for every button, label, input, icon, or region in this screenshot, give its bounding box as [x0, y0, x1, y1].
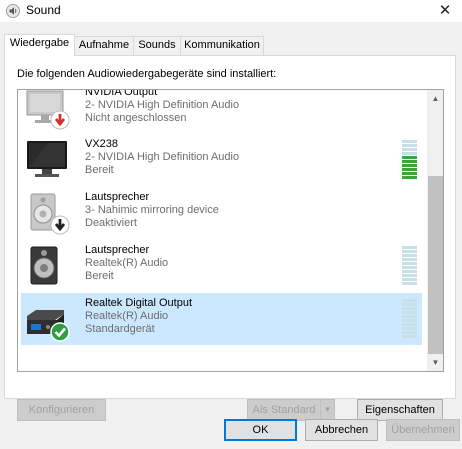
device-list[interactable]: NVIDIA Output 2- NVIDIA High Definition …: [17, 89, 444, 372]
level-segment: [402, 303, 417, 306]
level-segment: [402, 172, 417, 175]
level-segment: [402, 144, 417, 147]
tab-sounds[interactable]: Sounds: [133, 36, 181, 55]
properties-button[interactable]: Eigenschaften: [357, 399, 443, 421]
configure-button[interactable]: Konfigurieren: [17, 399, 106, 421]
device-status: Standardgerät: [85, 323, 155, 335]
device-name: VX238: [85, 138, 119, 150]
level-meter: [402, 246, 417, 286]
device-name: NVIDIA Output: [85, 89, 158, 98]
level-segment: [402, 168, 417, 171]
tab-kommunikation[interactable]: Kommunikation: [180, 36, 264, 55]
device-name: Lautsprecher: [85, 244, 150, 256]
device-status: Bereit: [85, 164, 114, 176]
level-segment: [402, 164, 417, 167]
level-segment: [402, 258, 417, 261]
title-bar: Sound ✕: [0, 0, 462, 22]
digital-output-default-icon: [27, 310, 70, 342]
level-segment: [402, 246, 417, 249]
device-list-scrollbar[interactable]: ▲ ▼: [427, 90, 443, 371]
device-detail: Realtek(R) Audio: [85, 310, 169, 322]
scroll-up-icon[interactable]: ▲: [427, 90, 443, 107]
level-segment: [402, 176, 417, 179]
scroll-down-icon[interactable]: ▼: [427, 354, 443, 371]
speaker-disabled-icon: [30, 193, 70, 235]
level-segment: [402, 250, 417, 253]
set-default-button[interactable]: Als Standard ▼: [247, 399, 335, 421]
device-detail: 2- NVIDIA High Definition Audio: [85, 99, 240, 111]
level-segment: [402, 282, 417, 285]
level-segment: [402, 307, 417, 310]
dialog-body: Wiedergabe Aufnahme Sounds Kommunikation…: [0, 22, 462, 449]
level-segment: [402, 274, 417, 277]
monitor-icon: [27, 141, 67, 177]
level-segment: [402, 160, 417, 163]
monitor-disconnected-icon: [26, 90, 70, 130]
level-segment: [402, 140, 417, 143]
level-meter: [402, 299, 417, 339]
level-segment: [402, 323, 417, 326]
device-status: Nicht angeschlossen: [85, 112, 187, 124]
ok-button[interactable]: OK: [224, 419, 297, 441]
chevron-down-icon[interactable]: ▼: [320, 400, 334, 420]
device-detail: 3- Nahimic mirroring device: [85, 204, 219, 216]
device-status: Bereit: [85, 270, 114, 282]
level-meter: [402, 140, 417, 180]
device-name: Realtek Digital Output: [85, 297, 192, 309]
level-segment: [402, 262, 417, 265]
level-segment: [402, 299, 417, 302]
level-segment: [402, 331, 417, 334]
level-segment: [402, 319, 417, 322]
level-segment: [402, 311, 417, 314]
tab-wiedergabe[interactable]: Wiedergabe: [4, 34, 75, 56]
level-segment: [402, 327, 417, 330]
cancel-button[interactable]: Abbrechen: [305, 419, 378, 441]
device-item-realtek-digital-output[interactable]: Realtek Digital Output Realtek(R) Audio …: [21, 293, 422, 345]
level-segment: [402, 266, 417, 269]
tab-aufnahme[interactable]: Aufnahme: [74, 36, 134, 55]
level-segment: [402, 254, 417, 257]
playback-tab-page: Die folgenden Audiowiedergabegeräte sind…: [4, 55, 456, 421]
device-detail: 2- NVIDIA High Definition Audio: [85, 151, 240, 163]
level-segment: [402, 270, 417, 273]
device-detail: Realtek(R) Audio: [85, 257, 169, 269]
device-list-heading: Die folgenden Audiowiedergabegeräte sind…: [17, 68, 277, 80]
device-item-vx238[interactable]: VX238 2- NVIDIA High Definition Audio Be…: [21, 134, 422, 186]
apply-button[interactable]: Übernehmen: [386, 419, 460, 441]
device-name: Lautsprecher: [85, 191, 150, 203]
device-status: Deaktiviert: [85, 217, 137, 229]
speaker-icon: [30, 246, 58, 285]
close-icon[interactable]: ✕: [436, 2, 454, 20]
device-item-nvidia-output[interactable]: NVIDIA Output 2- NVIDIA High Definition …: [21, 89, 422, 134]
device-item-lautsprecher-nahimic[interactable]: Lautsprecher 3- Nahimic mirroring device…: [21, 187, 422, 239]
level-segment: [402, 315, 417, 318]
set-default-label: Als Standard: [252, 404, 316, 416]
level-segment: [402, 156, 417, 159]
scroll-thumb[interactable]: [428, 176, 443, 354]
level-segment: [402, 278, 417, 281]
level-segment: [402, 152, 417, 155]
level-segment: [402, 148, 417, 151]
device-item-lautsprecher-realtek[interactable]: Lautsprecher Realtek(R) Audio Bereit: [21, 240, 422, 292]
sound-app-icon: [6, 4, 20, 18]
window-title: Sound: [26, 3, 61, 17]
level-segment: [402, 335, 417, 338]
